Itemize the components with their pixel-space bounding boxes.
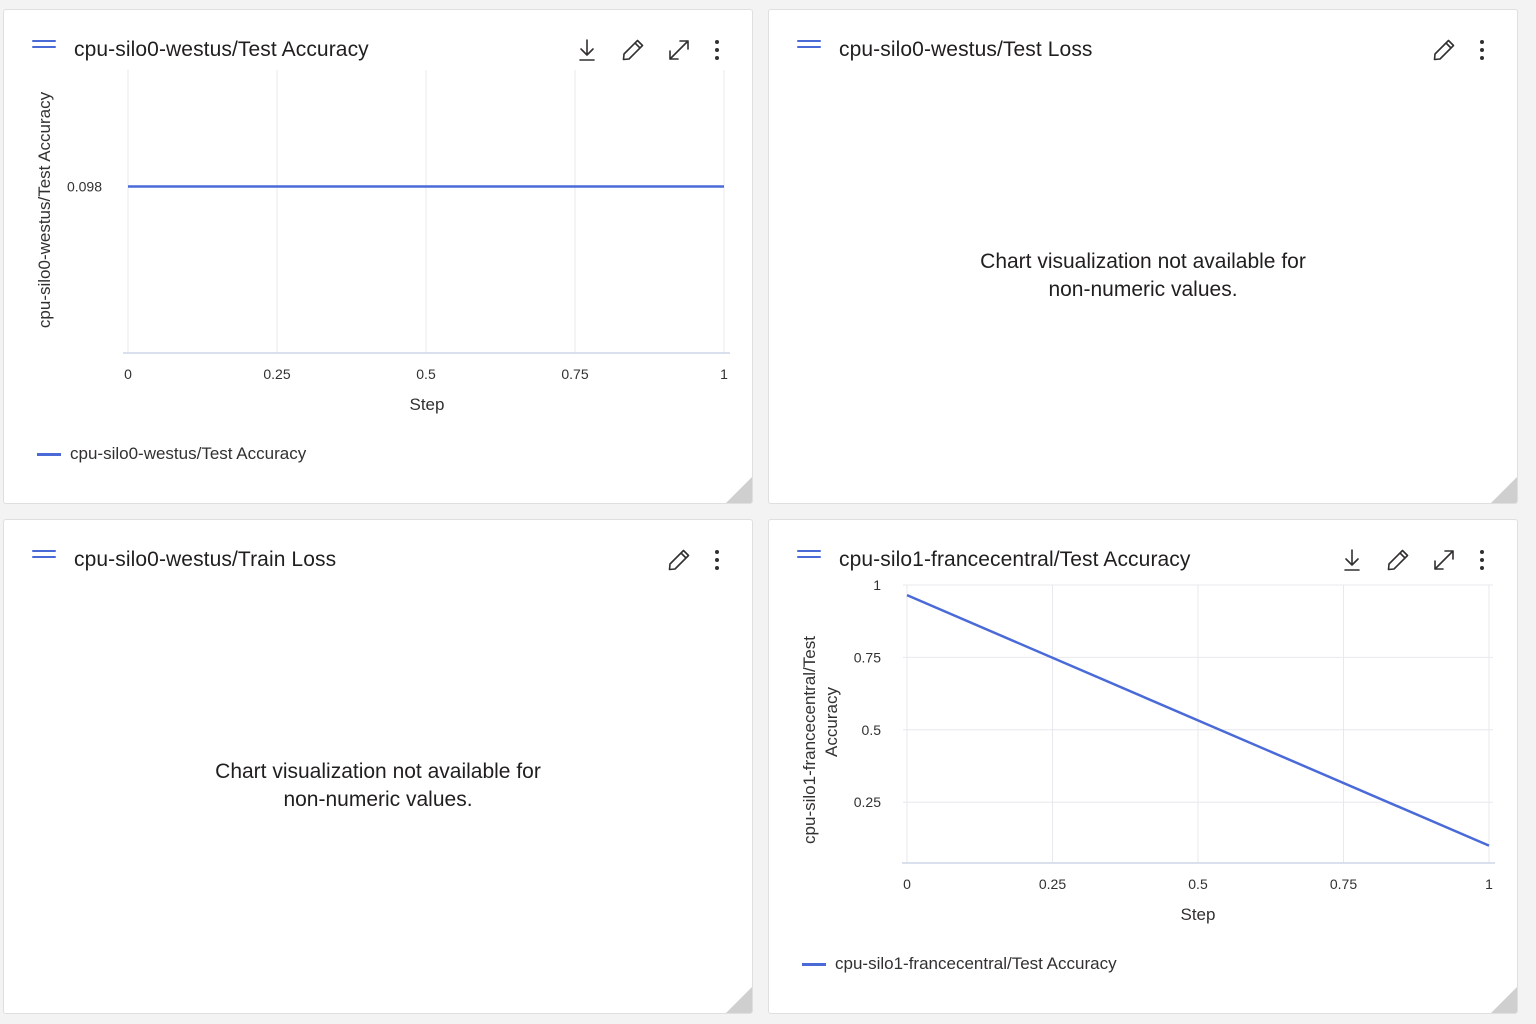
- chart-legend[interactable]: cpu-silo0-westus/Test Accuracy: [37, 444, 306, 464]
- chart-panel-silo0-test-accuracy: cpu-silo0-westus/Test Accuracy cpu-silo0…: [3, 9, 753, 504]
- y-tick-label: 0.5: [862, 722, 882, 738]
- drag-handle-icon[interactable]: [797, 40, 821, 50]
- x-axis-title: Step: [1181, 905, 1216, 924]
- no-data-message-line2: non-numeric values.: [1048, 278, 1238, 301]
- y-axis-title-line1: cpu-silo1-francecentral/Test: [800, 636, 819, 844]
- y-axis-title-line2: Accuracy: [822, 687, 841, 757]
- x-tick-label: 0.75: [561, 366, 588, 382]
- more-options-button[interactable]: [702, 544, 732, 576]
- chart-panel-silo1-test-accuracy: cpu-silo1-francecentral/Test Accuracy cp…: [768, 519, 1518, 1014]
- x-tick-label: 0: [903, 876, 911, 892]
- chart-panel-silo0-test-loss: cpu-silo0-westus/Test Loss Chart visuali…: [768, 9, 1518, 504]
- panel-header: cpu-silo0-westus/Train Loss: [4, 520, 752, 584]
- x-tick-label: 0.25: [263, 366, 290, 382]
- no-data-message: Chart visualization not available for no…: [769, 248, 1517, 304]
- y-tick-label: 0.75: [854, 649, 881, 665]
- legend-swatch: [37, 452, 61, 456]
- y-tick-label: 0.098: [67, 179, 102, 195]
- grid: [903, 584, 1493, 863]
- chart-panel-silo0-train-loss: cpu-silo0-westus/Train Loss Chart visual…: [3, 519, 753, 1014]
- y-axis-title: cpu-silo0-westus/Test Accuracy: [35, 91, 54, 328]
- edit-button[interactable]: [1421, 34, 1467, 66]
- x-tick-label: 0: [124, 366, 132, 382]
- x-tick-label: 0.25: [1039, 876, 1066, 892]
- resize-handle[interactable]: [726, 477, 752, 503]
- resize-handle[interactable]: [726, 987, 752, 1013]
- panel-title: cpu-silo0-westus/Train Loss: [74, 548, 337, 571]
- more-icon: [1480, 40, 1484, 60]
- legend-swatch: [802, 962, 826, 966]
- grid: [127, 70, 725, 353]
- no-data-message-line2: non-numeric values.: [283, 788, 473, 811]
- more-options-button[interactable]: [1467, 34, 1497, 66]
- panel-header: cpu-silo0-westus/Test Loss: [769, 10, 1517, 74]
- panel-title: cpu-silo0-westus/Test Loss: [839, 38, 1093, 61]
- edit-button[interactable]: [656, 544, 702, 576]
- resize-handle[interactable]: [1491, 987, 1517, 1013]
- y-tick-label: 0.25: [854, 794, 881, 810]
- chart-legend[interactable]: cpu-silo1-francecentral/Test Accuracy: [802, 954, 1117, 974]
- no-data-message: Chart visualization not available for no…: [4, 758, 752, 814]
- x-tick-label: 0.5: [1188, 876, 1208, 892]
- x-tick-label: 1: [720, 366, 728, 382]
- resize-handle[interactable]: [1491, 477, 1517, 503]
- drag-handle-icon[interactable]: [32, 550, 56, 560]
- more-icon: [715, 550, 719, 570]
- x-tick-label: 1: [1485, 876, 1493, 892]
- no-data-message-line1: Chart visualization not available for: [215, 760, 541, 783]
- panel-actions: [1421, 34, 1497, 66]
- line-chart: cpu-silo0-westus/Test Accuracy Step 0 0.2…: [35, 70, 730, 414]
- y-tick-label: 1: [873, 577, 881, 593]
- x-axis-title: Step: [410, 395, 445, 414]
- panel-actions: [656, 544, 732, 576]
- x-tick-label: 0.75: [1330, 876, 1357, 892]
- edit-icon: [668, 549, 690, 571]
- x-tick-label: 0.5: [416, 366, 436, 382]
- line-chart: cpu-silo1-francecentral/Test Accuracy St…: [800, 577, 1495, 924]
- legend-label: cpu-silo0-westus/Test Accuracy: [70, 444, 307, 463]
- legend-label: cpu-silo1-francecentral/Test Accuracy: [835, 954, 1117, 973]
- no-data-message-line1: Chart visualization not available for: [980, 250, 1306, 273]
- edit-icon: [1433, 39, 1455, 61]
